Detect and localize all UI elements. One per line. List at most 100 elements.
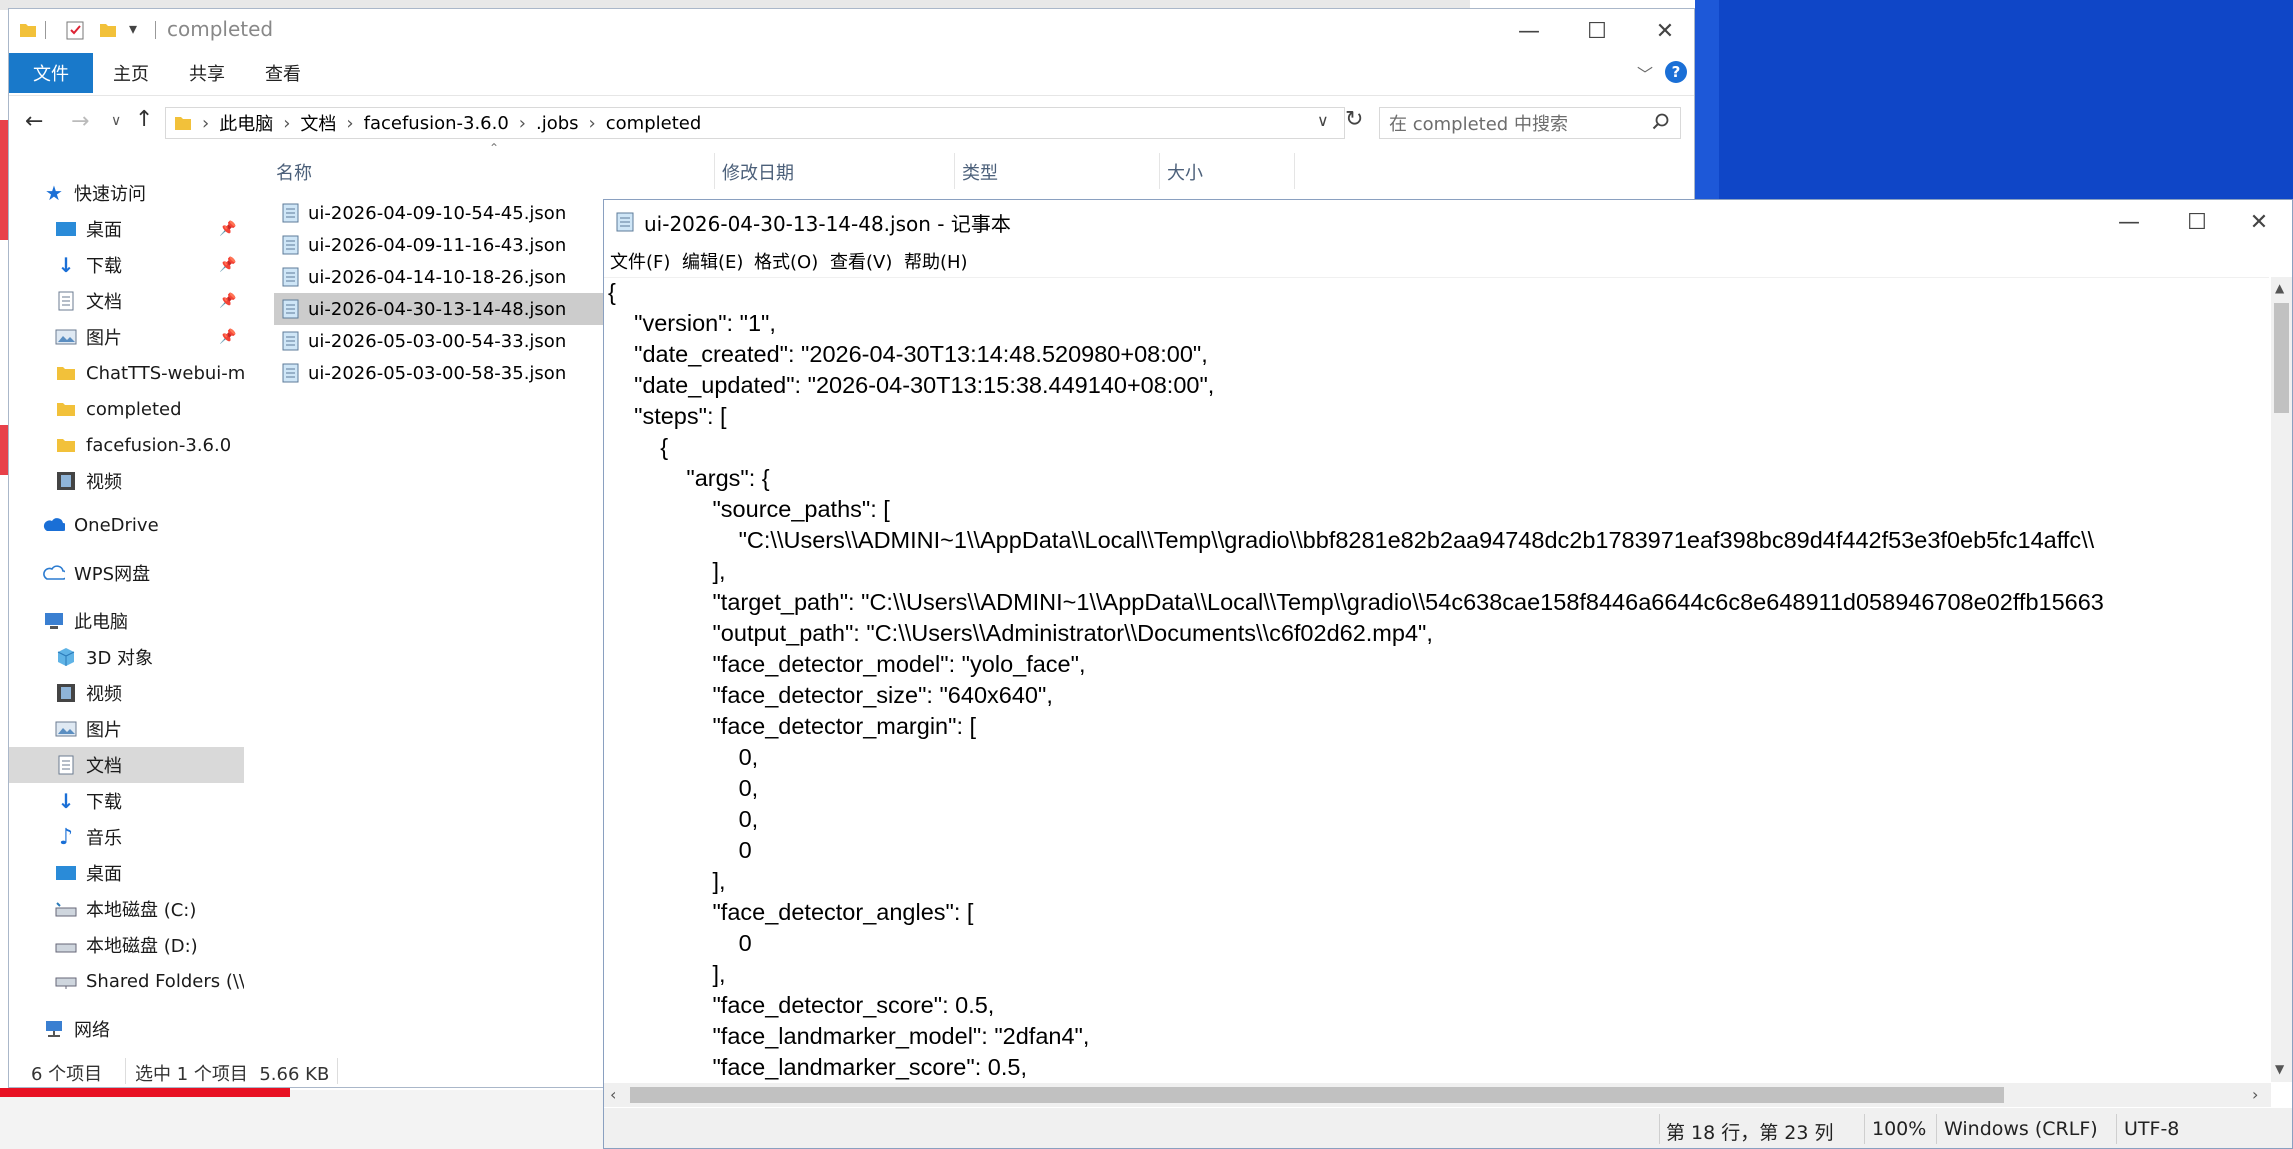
nav-disk-d[interactable]: 本地磁盘 (D:) xyxy=(9,927,244,963)
vertical-scrollbar[interactable]: ▲ ▼ xyxy=(2271,277,2292,1082)
nav-this-pc[interactable]: 此电脑 xyxy=(9,603,244,639)
search-input[interactable]: 在 completed 中搜索 xyxy=(1379,107,1681,139)
scroll-right-icon[interactable]: › xyxy=(2252,1085,2258,1104)
file-row[interactable]: ui-2026-04-14-10-18-26.json xyxy=(274,261,614,293)
breadcrumb-completed[interactable]: completed xyxy=(606,113,702,134)
nav-desktop[interactable]: 桌面 📌 xyxy=(9,211,244,247)
json-file-icon xyxy=(280,330,300,352)
breadcrumb-jobs[interactable]: .jobs xyxy=(536,113,579,134)
text-line: "face_detector_size": "640x640", xyxy=(608,682,1053,708)
back-arrow-icon[interactable]: ← xyxy=(25,109,43,134)
notepad-status-bar: 第 18 行，第 23 列 100% Windows (CRLF) UTF-8 xyxy=(604,1108,2292,1148)
nav-folder-facefusion[interactable]: facefusion-3.6.0 xyxy=(9,427,244,463)
menu-file[interactable]: 文件(F) xyxy=(610,248,670,274)
nav-folder-completed[interactable]: completed xyxy=(9,391,244,427)
tab-view[interactable]: 查看 xyxy=(265,53,301,93)
menu-format[interactable]: 格式(O) xyxy=(754,248,818,274)
tab-home[interactable]: 主页 xyxy=(113,53,149,93)
nav-pc-documents[interactable]: 文档 xyxy=(9,747,244,783)
column-header-size[interactable]: 大小 xyxy=(1167,155,1203,189)
desktop-background xyxy=(1719,0,2293,200)
file-row[interactable]: ui-2026-04-09-11-16-43.json xyxy=(274,229,614,261)
maximize-button[interactable]: ☐ xyxy=(2164,200,2230,244)
nav-onedrive[interactable]: OneDrive xyxy=(9,507,244,543)
quick-access-toolbar-dropdown-icon[interactable]: ▾ xyxy=(129,19,137,38)
close-button[interactable]: ✕ xyxy=(1632,9,1698,53)
pin-icon[interactable]: 📌 xyxy=(219,257,236,273)
search-placeholder: 在 completed 中搜索 xyxy=(1389,114,1568,135)
nav-pictures[interactable]: 图片 📌 xyxy=(9,319,244,355)
horizontal-scroll-thumb[interactable] xyxy=(630,1087,2004,1103)
minimize-button[interactable]: — xyxy=(1496,9,1562,53)
file-row[interactable]: ui-2026-05-03-00-58-35.json xyxy=(274,357,614,389)
text-line: ], xyxy=(608,961,726,987)
tab-file[interactable]: 文件 xyxy=(9,53,93,93)
maximize-button[interactable]: ☐ xyxy=(1564,9,1630,53)
pin-icon[interactable]: 📌 xyxy=(219,293,236,309)
breadcrumb-this-pc[interactable]: 此电脑 xyxy=(219,110,273,136)
text-line: { xyxy=(608,434,669,460)
notepad-window: ui-2026-04-30-13-14-48.json - 记事本 — ☐ ✕ … xyxy=(603,199,2293,1149)
properties-icon[interactable] xyxy=(65,20,85,40)
nav-network[interactable]: 网络 xyxy=(9,1011,244,1047)
nav-disk-c[interactable]: 本地磁盘 (C:) xyxy=(9,891,244,927)
column-header-type[interactable]: 类型 xyxy=(962,155,998,189)
text-line: "target_path": "C:\\Users\\ADMINI~1\\App… xyxy=(608,589,2104,615)
scroll-down-icon[interactable]: ▼ xyxy=(2275,1062,2284,1076)
nav-shared-folders[interactable]: Shared Folders (\\v xyxy=(9,963,244,999)
nav-music[interactable]: ♪ 音乐 xyxy=(9,819,244,855)
menu-edit[interactable]: 编辑(E) xyxy=(682,248,743,274)
breadcrumb-separator-icon: › xyxy=(346,112,354,134)
address-dropdown-icon[interactable]: ∨ xyxy=(1317,111,1329,130)
file-row[interactable]: ui-2026-05-03-00-54-33.json xyxy=(274,325,614,357)
scroll-up-icon[interactable]: ▲ xyxy=(2275,281,2284,295)
recent-locations-chevron-icon[interactable]: ∨ xyxy=(111,113,121,129)
pin-icon[interactable]: 📌 xyxy=(219,221,236,237)
breadcrumb-facefusion[interactable]: facefusion-3.6.0 xyxy=(364,113,509,134)
tab-share[interactable]: 共享 xyxy=(189,53,225,93)
minimize-button[interactable]: — xyxy=(2096,200,2162,244)
close-button[interactable]: ✕ xyxy=(2226,200,2292,244)
status-zoom: 100% xyxy=(1872,1118,1927,1140)
file-row[interactable]: ui-2026-04-09-10-54-45.json xyxy=(274,197,614,229)
forward-arrow-icon[interactable]: → xyxy=(71,109,89,134)
nav-pc-desktop[interactable]: 桌面 xyxy=(9,855,244,891)
json-file-icon xyxy=(280,202,300,224)
computer-icon xyxy=(43,611,65,631)
vertical-scroll-thumb[interactable] xyxy=(2274,303,2289,413)
refresh-icon[interactable]: ↻ xyxy=(1345,107,1363,132)
nav-videos[interactable]: 视频 xyxy=(9,463,244,499)
new-folder-icon[interactable] xyxy=(99,21,117,39)
text-editor-area[interactable]: { "version": "1", "date_created": "2026-… xyxy=(604,277,2269,1083)
json-file-icon xyxy=(280,266,300,288)
address-bar[interactable]: › 此电脑 › 文档 › facefusion-3.6.0 › .jobs › … xyxy=(165,107,1345,139)
nav-quick-access[interactable]: ★ 快速访问 xyxy=(9,175,244,211)
background-accent xyxy=(0,120,8,240)
column-header-name[interactable]: 名称 xyxy=(276,155,312,189)
menu-help[interactable]: 帮助(H) xyxy=(904,248,968,274)
column-header-date[interactable]: 修改日期 xyxy=(722,155,794,189)
nav-pc-pictures[interactable]: 图片 xyxy=(9,711,244,747)
help-icon[interactable]: ? xyxy=(1665,61,1687,83)
nav-3d-objects[interactable]: 3D 对象 xyxy=(9,639,244,675)
desktop-icon xyxy=(55,219,77,239)
nav-folder-chattts[interactable]: ChatTTS-webui-m xyxy=(9,355,244,391)
ribbon-expand-icon[interactable]: ﹀ xyxy=(1637,61,1653,85)
horizontal-scrollbar[interactable]: ‹ › xyxy=(604,1083,2271,1107)
up-arrow-icon[interactable]: ↑ xyxy=(135,107,153,132)
file-row[interactable]: ui-2026-04-30-13-14-48.json xyxy=(274,293,614,325)
search-icon[interactable] xyxy=(1652,113,1670,131)
menu-view[interactable]: 查看(V) xyxy=(830,248,892,274)
breadcrumb-documents[interactable]: 文档 xyxy=(300,110,336,136)
text-line: 0, xyxy=(608,806,759,832)
nav-pc-downloads[interactable]: ↓ 下载 xyxy=(9,783,244,819)
status-encoding: UTF-8 xyxy=(2124,1118,2180,1140)
nav-documents[interactable]: 文档 📌 xyxy=(9,283,244,319)
folder-icon xyxy=(55,399,77,419)
nav-wps-cloud[interactable]: WPS网盘 xyxy=(9,555,244,591)
scroll-left-icon[interactable]: ‹ xyxy=(610,1085,616,1104)
file-name: ui-2026-05-03-00-58-35.json xyxy=(308,362,567,384)
pin-icon[interactable]: 📌 xyxy=(219,329,236,345)
nav-downloads[interactable]: ↓ 下载 📌 xyxy=(9,247,244,283)
nav-pc-videos[interactable]: 视频 xyxy=(9,675,244,711)
